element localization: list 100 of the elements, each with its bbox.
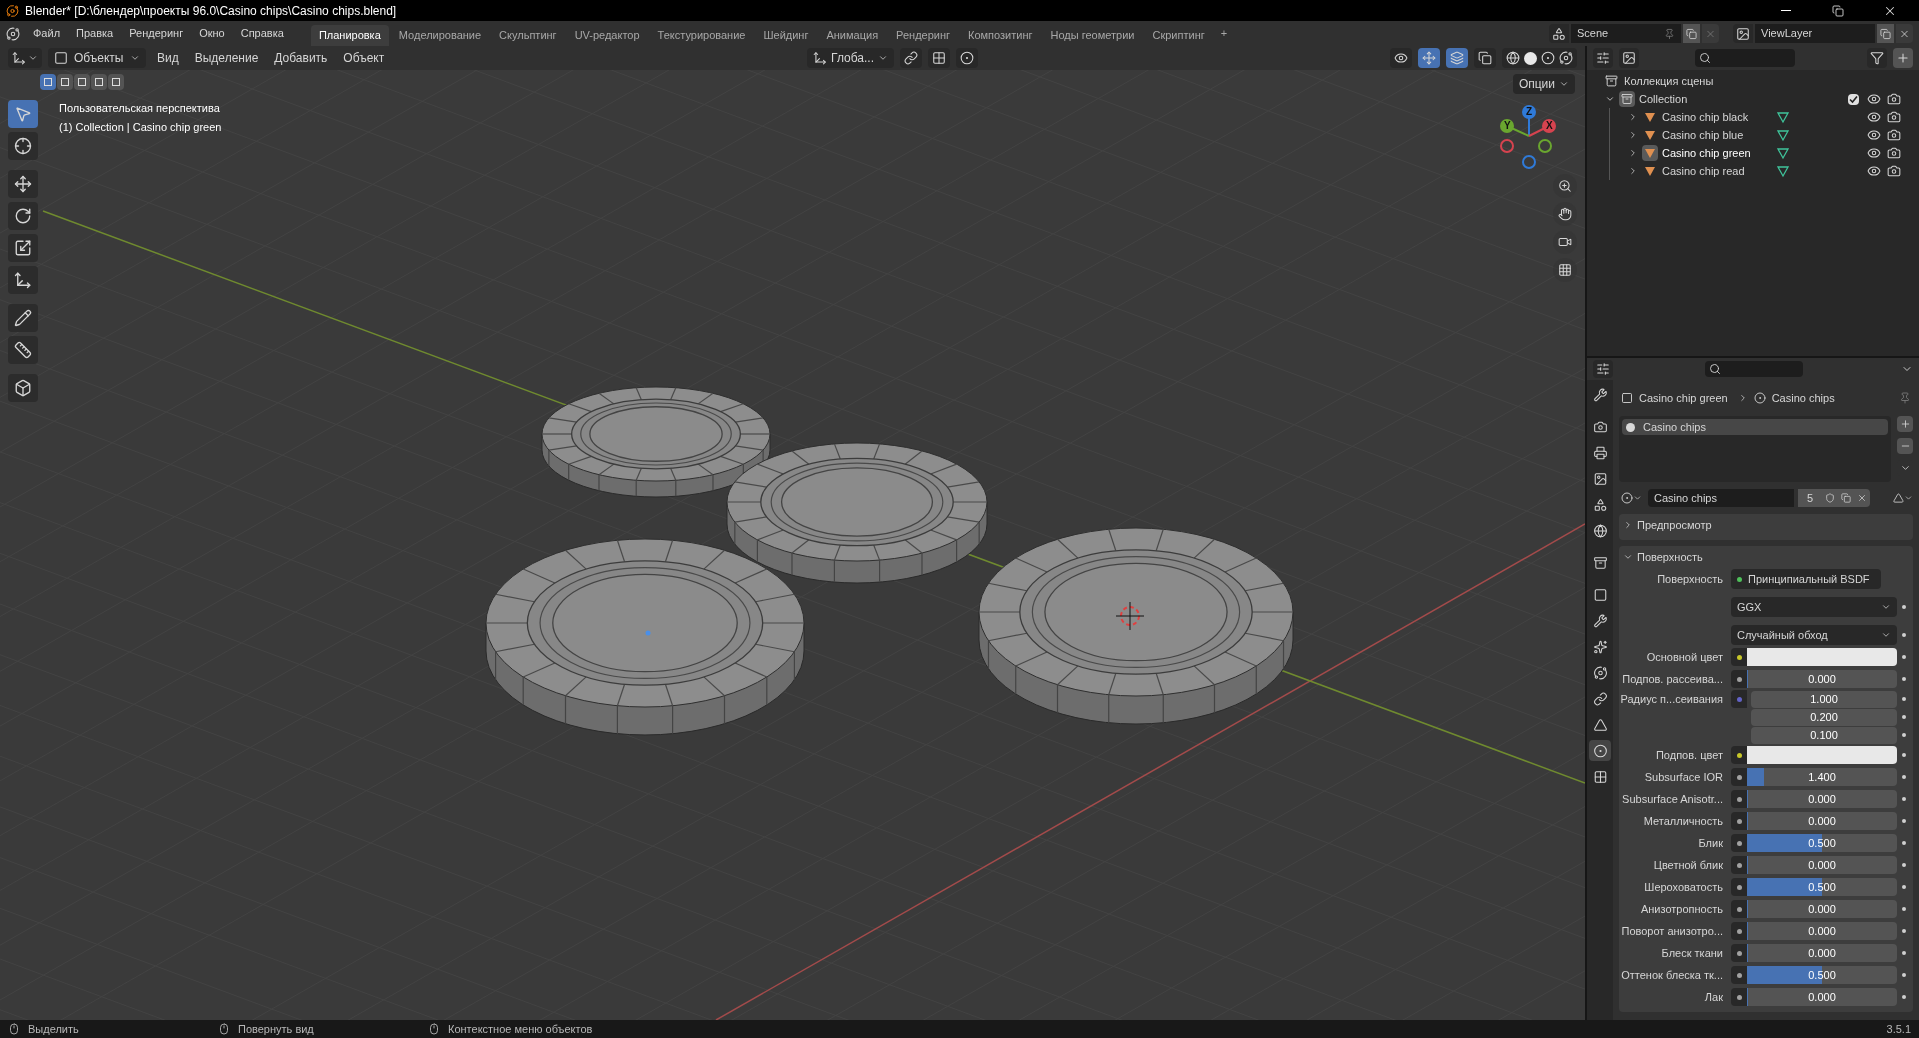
new-view-layer-button[interactable] [1877, 24, 1894, 43]
value-slider[interactable]: 0.000 [1747, 944, 1897, 962]
select-mode-button[interactable] [108, 74, 124, 90]
workspace-tab[interactable]: Моделирование [390, 25, 490, 46]
socket-icon[interactable] [1731, 670, 1747, 688]
socket-icon[interactable] [1731, 790, 1747, 808]
workspace-tab[interactable]: Скульптинг [491, 25, 565, 46]
scene-browse-button[interactable] [1549, 24, 1569, 43]
shading-switcher[interactable] [1502, 48, 1577, 68]
value-slider[interactable]: 0.500 [1747, 966, 1897, 984]
workspace-tab[interactable]: Рендеринг [888, 25, 959, 46]
tool-button[interactable] [8, 336, 38, 364]
socket-icon[interactable] [1731, 988, 1747, 1006]
new-scene-button[interactable] [1683, 24, 1700, 43]
menu-item[interactable]: Правка [69, 23, 121, 44]
tool-button[interactable] [8, 202, 38, 230]
socket-icon[interactable] [1731, 922, 1747, 940]
properties-tab[interactable] [1589, 740, 1611, 761]
menu-item[interactable]: Добавить [269, 48, 333, 68]
unlink-button[interactable] [1854, 489, 1870, 507]
tree-item[interactable]: Casino chip green [1662, 144, 1772, 162]
display-mode-button[interactable] [1593, 48, 1613, 68]
value-slider[interactable]: 0.500 [1747, 878, 1897, 896]
tree-item[interactable]: Collection [1639, 90, 1688, 108]
workspace-tab[interactable]: Шейдинг [755, 25, 817, 46]
value-field[interactable]: 0.200 [1751, 708, 1897, 726]
add-slot-button[interactable] [1897, 416, 1913, 432]
socket-icon[interactable] [1731, 648, 1747, 666]
socket-icon[interactable] [1731, 944, 1747, 962]
workspace-tab[interactable]: Композитинг [960, 25, 1041, 46]
workspace-tab[interactable]: UV-редактор [566, 25, 648, 46]
xray-toggle[interactable] [1474, 48, 1496, 68]
editor-type-button[interactable] [1593, 360, 1613, 378]
mode-dropdown[interactable]: Объекты [48, 48, 146, 68]
shader-link-field[interactable]: Принципиальный BSDF [1731, 569, 1881, 589]
remove-slot-button[interactable] [1897, 438, 1913, 454]
breadcrumb-item[interactable]: Casino chip green [1639, 389, 1728, 407]
visibility-button[interactable] [1390, 48, 1412, 68]
navigation-button[interactable] [1553, 258, 1577, 282]
socket-icon[interactable] [1731, 878, 1747, 896]
value-slider[interactable]: 0.000 [1747, 812, 1897, 830]
filter-button[interactable] [1867, 48, 1887, 68]
workspace-tab[interactable]: Текстурирование [649, 25, 754, 46]
workspace-tab[interactable]: Планировка [310, 25, 389, 46]
scene-field[interactable]: Scene [1571, 24, 1681, 43]
menu-item[interactable]: Файл [26, 23, 68, 44]
value-slider[interactable]: 0.000 [1747, 856, 1897, 874]
search-field[interactable] [1695, 49, 1795, 67]
search-field[interactable] [1705, 361, 1803, 377]
value-field[interactable]: 1.000 [1751, 690, 1897, 708]
dropdown-field[interactable]: Случайный обход [1731, 625, 1897, 645]
menu-item[interactable]: Рендеринг [122, 23, 191, 44]
options-dropdown[interactable]: Опции [1512, 74, 1575, 94]
tree-item[interactable]: Casino chip blue [1662, 126, 1772, 144]
select-mode-button[interactable] [74, 74, 90, 90]
menu-item[interactable]: Выделение [189, 48, 264, 68]
pivot-button[interactable] [900, 48, 922, 68]
tool-button[interactable] [8, 266, 38, 294]
value-slider[interactable]: 0.000 [1747, 900, 1897, 918]
tree-item[interactable]: Коллекция сцены [1624, 72, 1714, 90]
navigation-button[interactable] [1553, 230, 1577, 254]
navigation-button[interactable] [1553, 202, 1577, 226]
select-mode-button[interactable] [91, 74, 107, 90]
tool-button[interactable] [8, 234, 38, 262]
tree-item[interactable]: Casino chip black [1662, 108, 1772, 126]
material-slot[interactable]: Casino chips [1622, 419, 1888, 435]
socket-icon[interactable] [1731, 856, 1747, 874]
checkbox[interactable] [1848, 93, 1859, 105]
navigation-button[interactable] [1553, 174, 1577, 198]
workspace-tab[interactable]: Ноды геометрии [1042, 25, 1143, 46]
add-workspace-button[interactable]: + [1214, 25, 1234, 42]
editor-type-button[interactable] [8, 48, 42, 68]
material-name-field[interactable]: Casino chips [1648, 489, 1794, 507]
workspace-tab[interactable]: Скриптинг [1144, 25, 1213, 46]
menu-item[interactable]: Вид [152, 48, 184, 68]
menu-item[interactable]: Окно [192, 23, 232, 44]
panel-header[interactable]: Поверхность [1619, 546, 1913, 568]
select-mode-button[interactable] [57, 74, 73, 90]
proportional-button[interactable] [956, 48, 978, 68]
menu-item[interactable]: Справка [233, 23, 291, 44]
gizmo-toggle[interactable] [1418, 48, 1440, 68]
tool-button[interactable] [8, 132, 38, 160]
value-slider[interactable]: 0.000 [1747, 670, 1897, 688]
new-collection-button[interactable] [1893, 48, 1913, 68]
overlay-toggle[interactable] [1446, 48, 1468, 68]
socket-icon[interactable] [1731, 900, 1747, 918]
tool-button[interactable] [8, 374, 38, 402]
value-slider[interactable]: 0.500 [1747, 834, 1897, 852]
color-swatch[interactable] [1747, 746, 1897, 764]
color-swatch[interactable] [1747, 648, 1897, 666]
value-slider[interactable]: 0.000 [1747, 988, 1897, 1006]
socket-icon[interactable] [1731, 768, 1747, 786]
workspace-tab[interactable]: Анимация [818, 25, 887, 46]
socket-icon[interactable] [1731, 812, 1747, 830]
value-slider[interactable]: 1.400 [1747, 768, 1897, 786]
view-button[interactable] [1619, 48, 1639, 68]
value-slider[interactable]: 0.000 [1747, 922, 1897, 940]
tool-button[interactable] [8, 170, 38, 198]
menu-item[interactable]: Объект [338, 48, 390, 68]
socket-icon[interactable] [1731, 746, 1747, 764]
